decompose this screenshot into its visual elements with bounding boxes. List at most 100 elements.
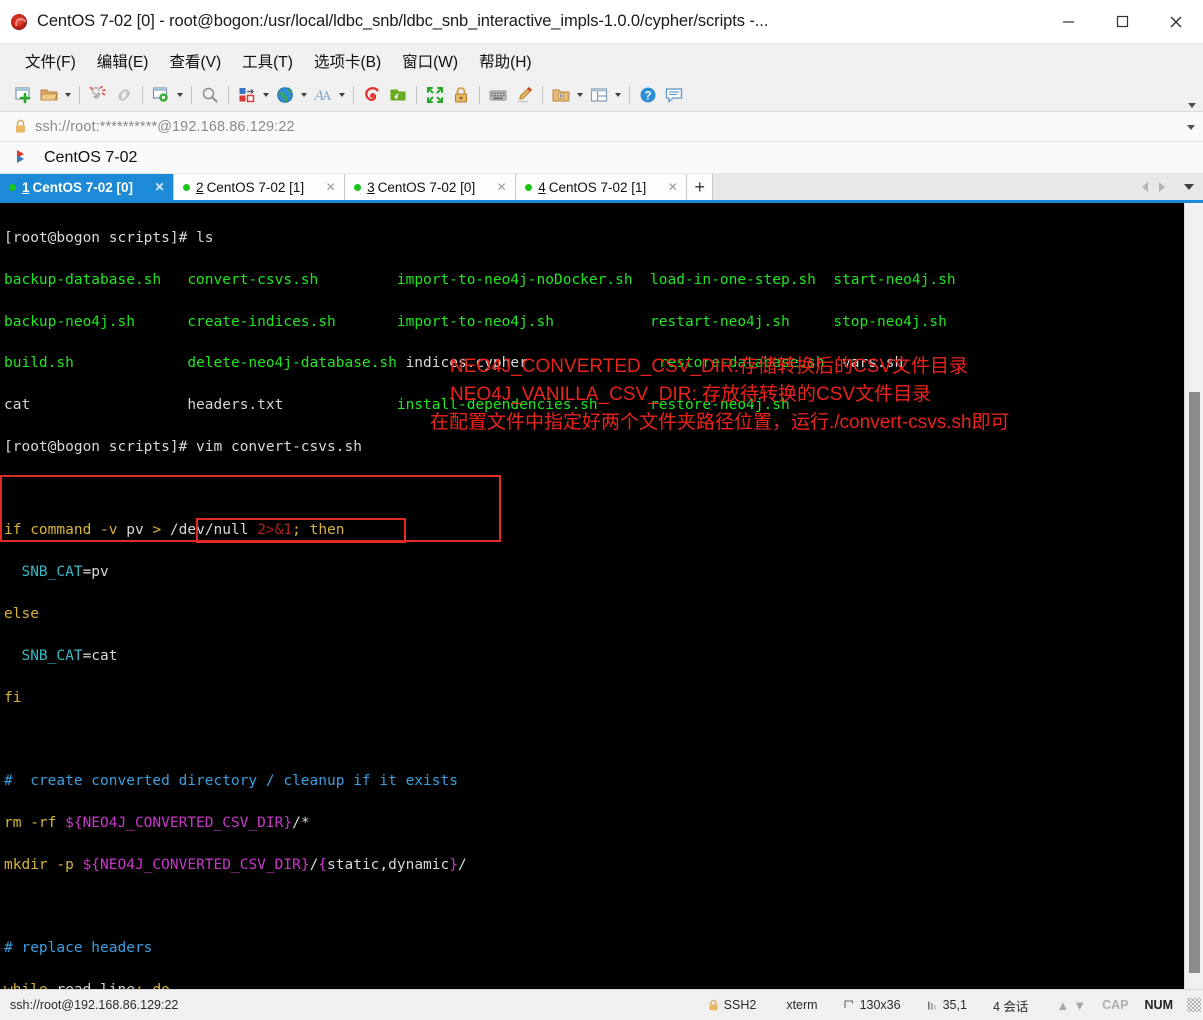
open-folder-icon[interactable] — [36, 82, 62, 108]
menu-window[interactable]: 窗口(W) — [393, 47, 467, 75]
layout-dropdown-icon[interactable] — [612, 82, 624, 108]
address-input[interactable]: ssh://root:**********@192.168.86.129:22 — [35, 119, 295, 135]
toolbar-separator — [542, 85, 543, 104]
terminal-line: while read line; do — [4, 980, 1184, 989]
maximize-button[interactable] — [1095, 0, 1149, 44]
link-icon[interactable] — [111, 82, 137, 108]
tab-prev-icon[interactable] — [1136, 173, 1153, 202]
tab-status-dot-icon — [354, 183, 362, 191]
tab-number: 4 — [538, 179, 546, 195]
globe-dropdown-icon[interactable] — [298, 82, 310, 108]
terminal-line: [root@bogon scripts]# ls — [4, 229, 214, 246]
scrollbar-thumb[interactable] — [1189, 391, 1200, 974]
tab-close-icon[interactable]: ✕ — [666, 181, 679, 193]
highlight-icon[interactable] — [511, 82, 537, 108]
tab-4[interactable]: 4 CentOS 7-02 [1] ✕ — [516, 174, 688, 200]
terminal-output[interactable]: [root@bogon scripts]# ls backup-database… — [0, 203, 1184, 989]
terminal-line: mkdir -p ${NEO4J_CONVERTED_CSV_DIR}/{sta… — [4, 856, 467, 873]
menu-help[interactable]: 帮助(H) — [470, 47, 541, 75]
xftp-icon[interactable] — [385, 82, 411, 108]
window-controls — [1041, 0, 1203, 44]
status-connection: ssh://root@192.168.86.129:22 — [10, 998, 179, 1012]
help-icon[interactable]: ? — [635, 82, 661, 108]
annotation-line-2: NEO4J_VANILLA_CSV_DIR: 存放待转换的CSV文件目录 — [450, 384, 932, 405]
svg-text:A: A — [322, 88, 332, 103]
terminal-line: # create converted directory / cleanup i… — [4, 773, 458, 790]
tab-status-dot-icon — [9, 183, 16, 191]
tab-number: 3 — [367, 179, 375, 195]
menu-tabs[interactable]: 选项卡(B) — [305, 47, 390, 75]
tab-3[interactable]: 3 CentOS 7-02 [0] ✕ — [345, 174, 517, 200]
tab-nav-controls — [1136, 174, 1203, 200]
resize-grip-icon[interactable] — [1187, 998, 1201, 1012]
find-icon[interactable] — [197, 82, 223, 108]
address-dropdown-icon[interactable] — [1187, 112, 1195, 142]
toolbar-separator — [629, 85, 630, 104]
xshell-icon[interactable] — [359, 82, 385, 108]
menu-file[interactable]: 文件(F) — [16, 47, 85, 75]
font-dropdown-icon[interactable] — [336, 82, 348, 108]
tab-next-icon[interactable] — [1153, 173, 1170, 202]
menu-tools[interactable]: 工具(T) — [233, 47, 302, 75]
tab-close-icon[interactable]: ✕ — [153, 181, 166, 193]
status-transfer-arrows: ▲ ▼ — [1054, 998, 1088, 1013]
title-bar: CentOS 7-02 [0] - root@bogon:/usr/local/… — [0, 0, 1203, 44]
transfer-dropdown-icon[interactable] — [260, 82, 272, 108]
status-cursor-label: 35,1 — [942, 998, 967, 1012]
tab-label: CentOS 7-02 [1] — [206, 179, 305, 195]
close-button[interactable] — [1149, 0, 1203, 44]
new-folder-dropdown-icon[interactable] — [574, 82, 586, 108]
terminal-line: if command -v pv > /dev/null 2>&1; then — [4, 522, 345, 539]
new-session-icon[interactable] — [10, 82, 36, 108]
annotation-line-1: NEO4J_CONVERTED_CSV_DIR:存储转换后的CSV文件目录 — [450, 356, 969, 377]
open-folder-dropdown-icon[interactable] — [62, 82, 74, 108]
session-properties-icon[interactable] — [148, 82, 174, 108]
status-cursor: 35,1 — [927, 998, 967, 1012]
menu-bar: 文件(F) 编辑(E) 查看(V) 工具(T) 选项卡(B) 窗口(W) 帮助(… — [0, 44, 1203, 78]
tab-close-icon[interactable]: ✕ — [495, 181, 508, 193]
terminal-area: [root@bogon scripts]# ls backup-database… — [0, 203, 1203, 989]
tab-status-dot-icon — [183, 183, 191, 191]
new-tab-button[interactable]: + — [687, 174, 714, 200]
tab-2[interactable]: 2 CentOS 7-02 [1] ✕ — [174, 174, 346, 200]
status-size-label: 130x36 — [859, 998, 901, 1012]
tab-status-dot-icon — [525, 183, 533, 191]
keyboard-icon[interactable] — [485, 82, 511, 108]
terminal-line: # replace headers — [4, 940, 153, 957]
fullscreen-icon[interactable] — [422, 82, 448, 108]
tab-close-icon[interactable]: ✕ — [324, 181, 337, 193]
tab-label: CentOS 7-02 [0] — [377, 179, 476, 195]
feedback-icon[interactable] — [661, 82, 687, 108]
window-title: CentOS 7-02 [0] - root@bogon:/usr/local/… — [37, 12, 769, 30]
session-properties-dropdown-icon[interactable] — [174, 82, 186, 108]
disconnect-icon[interactable] — [85, 82, 111, 108]
transfer-icon[interactable] — [234, 82, 260, 108]
toolbar-overflow-icon[interactable] — [1185, 78, 1199, 112]
status-caps-indicator: CAP — [1102, 998, 1129, 1012]
address-bar[interactable]: ssh://root:**********@192.168.86.129:22 — [0, 112, 1203, 142]
menu-edit[interactable]: 编辑(E) — [88, 47, 158, 75]
tab-bar-filler — [713, 174, 1136, 200]
lock-icon — [14, 119, 27, 134]
terminal-line: rm -rf ${NEO4J_CONVERTED_CSV_DIR}/* — [4, 815, 310, 832]
font-icon[interactable]: A A — [310, 82, 336, 108]
tab-list-icon[interactable] — [1180, 173, 1197, 202]
resize-icon — [844, 999, 855, 1011]
menu-view[interactable]: 查看(V) — [160, 47, 230, 75]
tab-label: CentOS 7-02 [1] — [548, 179, 647, 195]
terminal-scrollbar[interactable] — [1184, 203, 1203, 989]
layout-icon[interactable] — [586, 82, 612, 108]
new-folder-icon[interactable] — [548, 82, 574, 108]
globe-icon[interactable] — [272, 82, 298, 108]
tab-number: 1 — [22, 179, 30, 195]
session-flag-icon — [14, 149, 34, 167]
status-size: 130x36 — [844, 998, 901, 1012]
toolbar-separator — [142, 85, 143, 104]
status-protocol-label: SSH2 — [723, 998, 757, 1012]
minimize-button[interactable] — [1041, 0, 1095, 44]
status-num-indicator: NUM — [1144, 998, 1173, 1012]
lock-icon[interactable] — [448, 82, 474, 108]
tab-1[interactable]: 1 CentOS 7-02 [0] ✕ — [0, 174, 175, 200]
